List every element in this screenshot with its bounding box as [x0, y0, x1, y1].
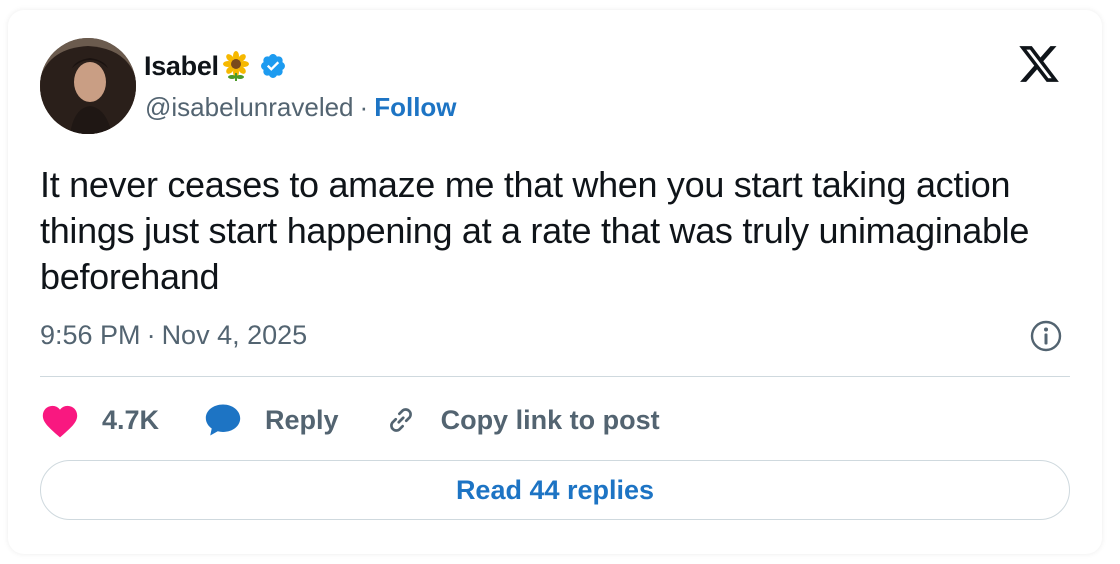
action-bar: 4.7K Reply Copy link to post [40, 400, 704, 440]
separator-dot: · [146, 319, 156, 350]
tweet-timestamp[interactable]: 9:56 PM · Nov 4, 2025 [40, 317, 307, 353]
heart-icon [42, 405, 78, 438]
reply-button[interactable]: Reply [203, 402, 339, 438]
like-button[interactable]: 4.7K [40, 402, 159, 438]
speech-bubble-icon [205, 404, 241, 436]
sunflower-icon [221, 51, 251, 81]
author-handle[interactable]: @isabelunraveled [145, 92, 354, 123]
separator-dot: · [359, 91, 369, 122]
author-name[interactable]: Isabel [144, 51, 219, 82]
read-replies-button[interactable]: Read 44 replies [40, 460, 1070, 520]
avatar[interactable] [40, 38, 136, 134]
author-name-row[interactable]: Isabel [144, 48, 287, 84]
follow-button[interactable]: Follow [374, 92, 456, 123]
like-count: 4.7K [102, 404, 160, 435]
copy-link-button[interactable]: Copy link to post [383, 402, 660, 438]
author-handle-row: @isabelunraveled · Follow [145, 90, 457, 124]
verified-badge-icon [259, 52, 287, 80]
tweet-time[interactable]: 9:56 PM [40, 320, 141, 351]
info-icon[interactable] [1028, 318, 1064, 354]
tweet-card: Isabel @isabelunraveled · Follow It neve… [8, 10, 1102, 554]
tweet-text: It never ceases to amaze me that when yo… [40, 164, 1030, 297]
tweet-date[interactable]: Nov 4, 2025 [162, 320, 308, 351]
avatar-image [40, 38, 136, 134]
link-icon [389, 408, 412, 432]
divider [40, 376, 1070, 377]
x-logo-icon[interactable] [1016, 42, 1062, 86]
reply-label: Reply [265, 404, 339, 435]
copy-link-label: Copy link to post [440, 404, 660, 435]
